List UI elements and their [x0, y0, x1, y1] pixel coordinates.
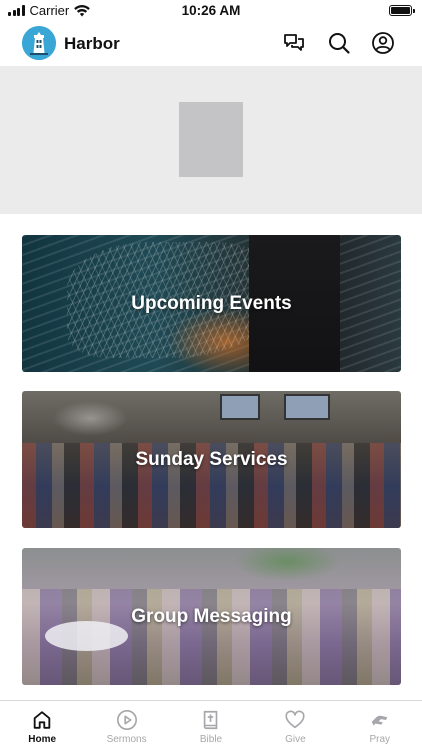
tab-label: Home	[28, 734, 57, 745]
card-label: Group Messaging	[131, 605, 292, 627]
app-title: Harbor	[64, 34, 120, 53]
hero-banner	[0, 66, 422, 214]
play-circle-icon	[116, 710, 137, 730]
tab-give[interactable]: Give	[253, 701, 337, 751]
pray-hands-icon	[371, 715, 388, 726]
status-time: 10:26 AM	[181, 3, 241, 18]
card-label: Upcoming Events	[131, 292, 292, 314]
group-messaging-card[interactable]: Group Messaging	[22, 548, 401, 685]
tab-pray[interactable]: Pray	[338, 701, 422, 751]
profile-icon[interactable]	[371, 31, 395, 55]
tab-label: Bible	[199, 734, 223, 745]
heart-icon	[285, 710, 305, 729]
home-icon	[33, 711, 51, 729]
tab-label: Pray	[369, 734, 391, 745]
search-icon[interactable]	[327, 31, 351, 55]
image-placeholder	[179, 102, 243, 177]
card-label: Sunday Services	[135, 448, 288, 470]
tab-bar: Home Sermons Bible Give Pray	[0, 700, 422, 750]
bible-icon	[203, 710, 218, 730]
chat-bubbles-icon[interactable]	[282, 31, 306, 55]
lighthouse-icon	[22, 26, 56, 60]
tab-sermons[interactable]: Sermons	[84, 701, 168, 751]
projector-screen	[284, 394, 330, 420]
status-bar: Carrier 10:26 AM	[0, 0, 422, 22]
projector-screen	[220, 394, 260, 420]
sunday-services-card[interactable]: Sunday Services	[22, 391, 401, 528]
upcoming-events-card[interactable]: Upcoming Events	[22, 235, 401, 372]
battery-icon	[389, 5, 415, 16]
tab-home[interactable]: Home	[0, 701, 84, 751]
app-header: Harbor	[0, 22, 422, 66]
tab-label: Give	[285, 734, 306, 745]
tab-bible[interactable]: Bible	[169, 701, 253, 751]
tab-label: Sermons	[106, 734, 147, 745]
harbor-logo	[22, 26, 56, 60]
